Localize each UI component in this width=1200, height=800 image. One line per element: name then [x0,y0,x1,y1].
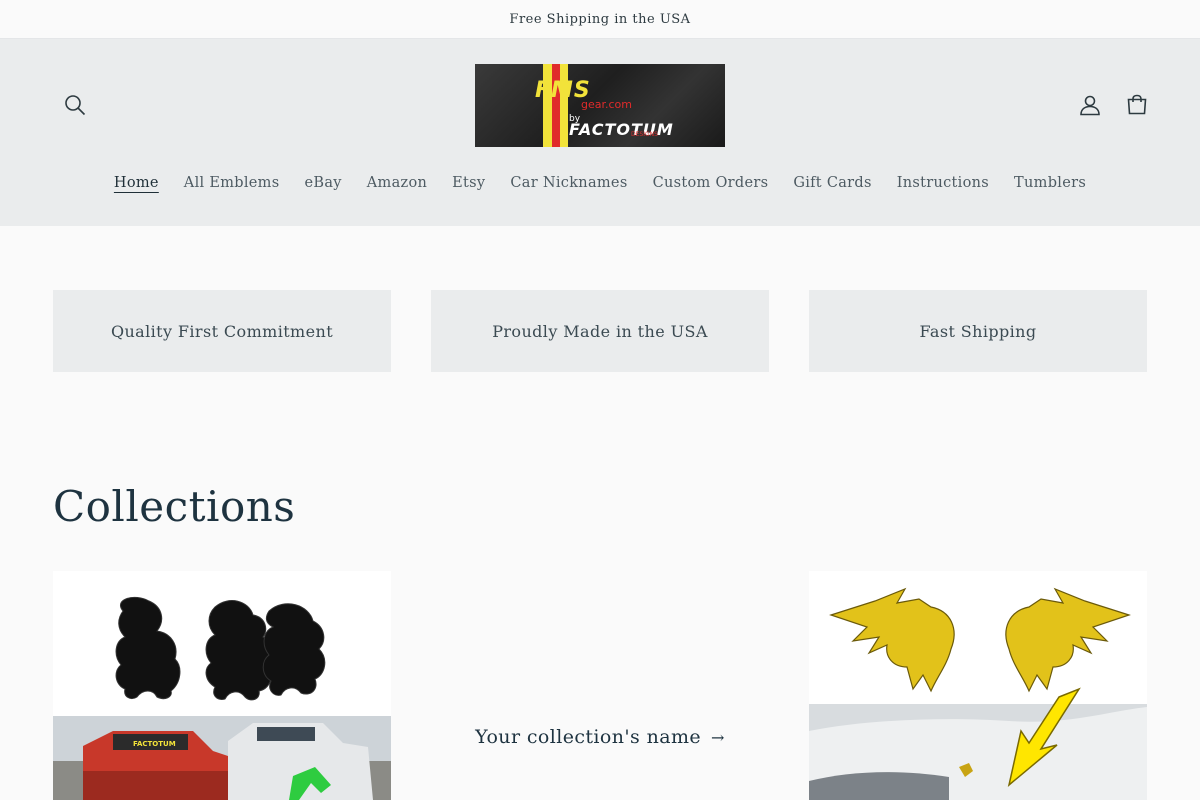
nav-item-custom-orders[interactable]: Custom Orders [640,175,781,191]
collections-title: Collections [53,482,296,531]
card1-banner-text: FACTOTUM [133,740,176,748]
collection-name-text: Your collection's name [475,726,702,748]
account-icon[interactable] [1070,85,1110,125]
nav-item-amazon[interactable]: Amazon [354,175,439,191]
feature-quality: Quality First Commitment [53,290,391,372]
feature-fast-shipping: Fast Shipping [809,290,1147,372]
site-header: FMS gear.com by FACTOTUM DESIGNS Home Al… [0,39,1200,226]
collection-placeholder-link[interactable]: Your collection's name → [431,726,769,748]
arrow-right-icon: → [711,727,725,747]
search-icon[interactable] [55,85,95,125]
logo-brand-text: FACTOTUM [569,120,674,139]
main-nav: Home All Emblems eBay Amazon Etsy Car Ni… [0,175,1200,191]
nav-item-ebay[interactable]: eBay [292,175,354,191]
cart-icon[interactable] [1117,85,1157,125]
feature-made-in-usa: Proudly Made in the USA [431,290,769,372]
site-logo[interactable]: FMS gear.com by FACTOTUM DESIGNS [475,64,725,147]
eagle-emblem-image [809,571,1147,800]
raptor-emblem-image: FACTOTUM [53,571,391,800]
nav-item-gift-cards[interactable]: Gift Cards [781,175,884,191]
logo-tag-text: DESIGNS [631,131,658,138]
feature-strip: Quality First Commitment Proudly Made in… [53,290,1147,372]
collection-card-eagle[interactable] [809,571,1147,800]
logo-sub-text: gear.com [581,98,632,111]
announcement-text: Free Shipping in the USA [509,11,691,27]
collection-card-raptor[interactable]: FACTOTUM [53,571,391,800]
announcement-bar: Free Shipping in the USA [0,0,1200,39]
nav-item-etsy[interactable]: Etsy [440,175,498,191]
nav-item-car-nicknames[interactable]: Car Nicknames [498,175,640,191]
nav-item-instructions[interactable]: Instructions [884,175,1001,191]
nav-item-tumblers[interactable]: Tumblers [1002,175,1099,191]
nav-item-all-emblems[interactable]: All Emblems [171,175,292,191]
nav-item-home[interactable]: Home [101,175,171,191]
